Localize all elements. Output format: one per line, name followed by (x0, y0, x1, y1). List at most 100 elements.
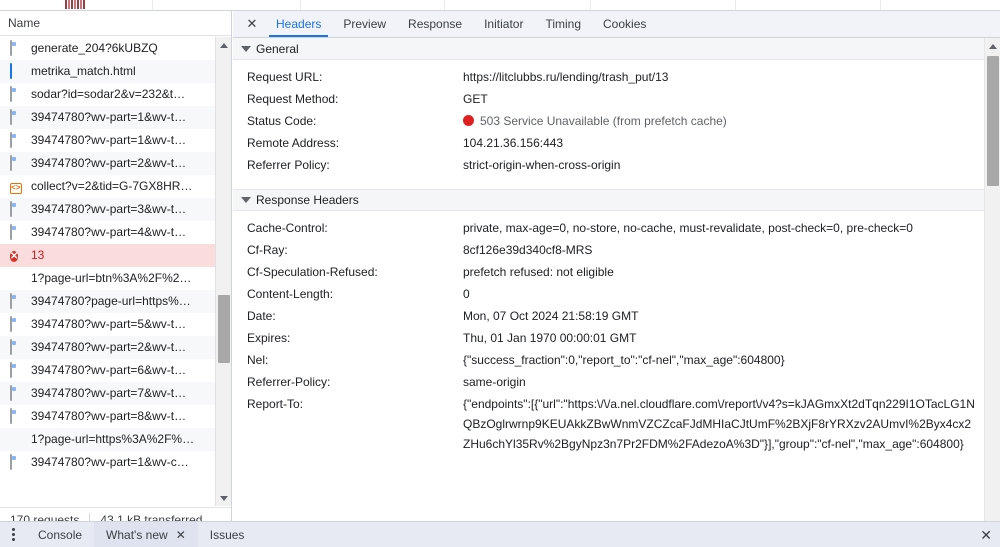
header-row: Report-To: {"endpoints":[{"url":"https:\/… (233, 393, 1000, 455)
header-value[interactable]: prefetch refused: not eligible (463, 262, 1000, 282)
header-value[interactable]: Mon, 07 Oct 2024 21:58:19 GMT (463, 306, 1000, 326)
request-row[interactable]: ✕ 13 (0, 244, 231, 267)
header-row: Cf-Ray: 8cf126e39d340cf8-MRS (233, 239, 1000, 261)
details-scrollbar[interactable] (984, 38, 1000, 532)
request-row[interactable]: 39474780?wv-part=6&wv-t… (0, 359, 231, 382)
request-row[interactable]: metrika_match.html (0, 60, 231, 83)
close-drawer-icon[interactable]: ✕ (980, 522, 992, 547)
request-row[interactable]: 39474780?wv-part=5&wv-t… (0, 313, 231, 336)
header-row: Referrer-Policy: same-origin (233, 371, 1000, 393)
header-value[interactable]: 0 (463, 284, 1000, 304)
tab-timing[interactable]: Timing (534, 11, 592, 37)
header-value[interactable]: 8cf126e39d340cf8-MRS (463, 240, 1000, 260)
request-list-scrollbar[interactable] (215, 37, 231, 506)
more-options-icon[interactable] (0, 522, 26, 547)
header-name: Date: (247, 309, 276, 323)
request-row[interactable]: <> collect?v=2&tid=G-7GX8HR… (0, 175, 231, 198)
request-row-label: 39474780?wv-part=7&wv-t… (31, 386, 187, 400)
request-row[interactable]: 39474780?wv-part=4&wv-t… (0, 221, 231, 244)
tab-initiator[interactable]: Initiator (473, 11, 534, 37)
response-headers-section-header[interactable]: Response Headers (233, 189, 1000, 211)
request-row[interactable]: 39474780?wv-part=1&wv-t… (0, 106, 231, 129)
tab-response[interactable]: Response (397, 11, 473, 37)
image-file-icon (10, 338, 25, 355)
request-row[interactable]: 39474780?wv-part=8&wv-t… (0, 405, 231, 428)
header-name: Referrer Policy: (247, 158, 330, 172)
chevron-down-icon (241, 197, 251, 203)
drawer-tab-issues[interactable]: Issues (198, 522, 257, 547)
request-row-label: 1?page-url=btn%3A%2F%2… (31, 271, 192, 285)
header-row: Cf-Speculation-Refused: prefetch refused:… (233, 261, 1000, 283)
image-file-icon (10, 292, 25, 309)
header-value[interactable]: private, max-age=0, no-store, no-cache, … (463, 218, 1000, 238)
request-rows[interactable]: generate_204?6kUBZQ metrika_match.htmlsod… (0, 37, 231, 506)
request-row-label: 39474780?wv-part=1&wv-c… (31, 455, 189, 469)
request-row[interactable]: 39474780?wv-part=2&wv-t… (0, 152, 231, 175)
details-tabbar: ✕ Headers Preview Response Initiator Timing C… (233, 11, 1000, 38)
image-file-icon (10, 108, 25, 125)
image-file-icon (10, 315, 25, 332)
header-value[interactable]: strict-origin-when-cross-origin (463, 155, 1000, 175)
general-section-header[interactable]: General (233, 38, 1000, 60)
header-value[interactable]: same-origin (463, 372, 1000, 392)
header-value[interactable]: 503 Service Unavailable (from prefetch c… (463, 111, 1000, 131)
request-row-label: 39474780?wv-part=1&wv-t… (31, 110, 187, 124)
tab-cookies[interactable]: Cookies (592, 11, 657, 37)
request-row[interactable]: 39474780?wv-part=7&wv-t… (0, 382, 231, 405)
request-row[interactable]: 39474780?wv-part=1&wv-c… (0, 451, 231, 474)
request-row[interactable]: 39474780?page-url=https%… (0, 290, 231, 313)
request-row[interactable]: 39474780?wv-part=2&wv-t… (0, 336, 231, 359)
details-body: General Request URL: https://litclubbs.ru… (233, 38, 1000, 532)
request-row[interactable]: sodar?id=sodar2&v=232&t… (0, 83, 231, 106)
header-value[interactable]: 104.21.36.156:443 (463, 133, 1000, 153)
document-file-icon (10, 62, 25, 79)
header-name: Cf-Ray: (247, 243, 288, 257)
details-scrollbar-thumb[interactable] (987, 56, 999, 186)
header-row: Nel: {"success_fraction":0,"report_to":"c… (233, 349, 1000, 371)
image-file-icon (10, 407, 25, 424)
image-file-icon (10, 361, 25, 378)
general-key-values: Request URL: https://litclubbs.ru/lending… (233, 60, 1000, 184)
tab-preview[interactable]: Preview (332, 11, 397, 37)
details-tabs[interactable]: Headers Preview Response Initiator Timing Coo… (265, 11, 657, 37)
header-row: Content-Length: 0 (233, 283, 1000, 305)
scroll-up-arrow-icon[interactable] (216, 37, 231, 53)
drawer-tab-label: What's new (106, 527, 168, 542)
header-value[interactable]: GET (463, 89, 1000, 109)
header-row: Request Method: GET (233, 88, 1000, 110)
panel-split: Name generate_204?6kUBZQ metrika_match.ht… (0, 11, 1000, 532)
request-row[interactable]: 1?page-url=btn%3A%2F%2… (0, 267, 231, 290)
scrollbar-thumb[interactable] (218, 295, 230, 363)
no-icon (10, 432, 25, 447)
tab-headers[interactable]: Headers (265, 11, 332, 37)
overview-request-bars (65, 0, 85, 9)
scroll-down-arrow-icon[interactable] (216, 490, 231, 506)
drawer-tab-label: Issues (209, 527, 245, 542)
header-value[interactable]: Thu, 01 Jan 1970 00:00:01 GMT (463, 328, 1000, 348)
request-row[interactable]: 39474780?wv-part=1&wv-t… (0, 129, 231, 152)
header-value[interactable]: https://litclubbs.ru/lending/trash_put/1… (463, 67, 1000, 87)
close-details-icon[interactable]: ✕ (239, 11, 265, 37)
drawer-tab-console[interactable]: Console (26, 522, 94, 547)
image-file-icon (10, 85, 25, 102)
request-row-label: 39474780?page-url=https%… (31, 294, 191, 308)
drawer-tab-what-s-new[interactable]: What's new ✕ (94, 521, 198, 547)
header-value[interactable]: {"endpoints":[{"url":"https:\/\/a.nel.cl… (463, 394, 1000, 454)
request-row-label: 39474780?wv-part=8&wv-t… (31, 409, 187, 423)
response-headers-section-title: Response Headers (256, 193, 359, 207)
request-list-column-header-name[interactable]: Name (0, 11, 231, 36)
header-value[interactable]: {"success_fraction":0,"report_to":"cf-ne… (463, 350, 1000, 370)
request-row-label: 39474780?wv-part=5&wv-t… (31, 317, 187, 331)
drawer-tabs[interactable]: Console What's new ✕ Issues (26, 521, 257, 547)
request-row-label: 39474780?wv-part=6&wv-t… (31, 363, 187, 377)
image-file-icon (10, 200, 25, 217)
details-scroll-up-arrow-icon[interactable] (985, 38, 1000, 54)
request-row[interactable]: 1?page-url=https%3A%2F%… (0, 428, 231, 451)
request-row[interactable]: generate_204?6kUBZQ (0, 37, 231, 60)
request-row-label: 39474780?wv-part=2&wv-t… (31, 340, 187, 354)
request-row-label: metrika_match.html (31, 64, 136, 78)
drawer-tab-close-icon[interactable]: ✕ (176, 522, 186, 547)
request-row[interactable]: 39474780?wv-part=3&wv-t… (0, 198, 231, 221)
network-overview-timeline[interactable] (0, 0, 1000, 11)
request-row-label: 13 (31, 248, 45, 262)
